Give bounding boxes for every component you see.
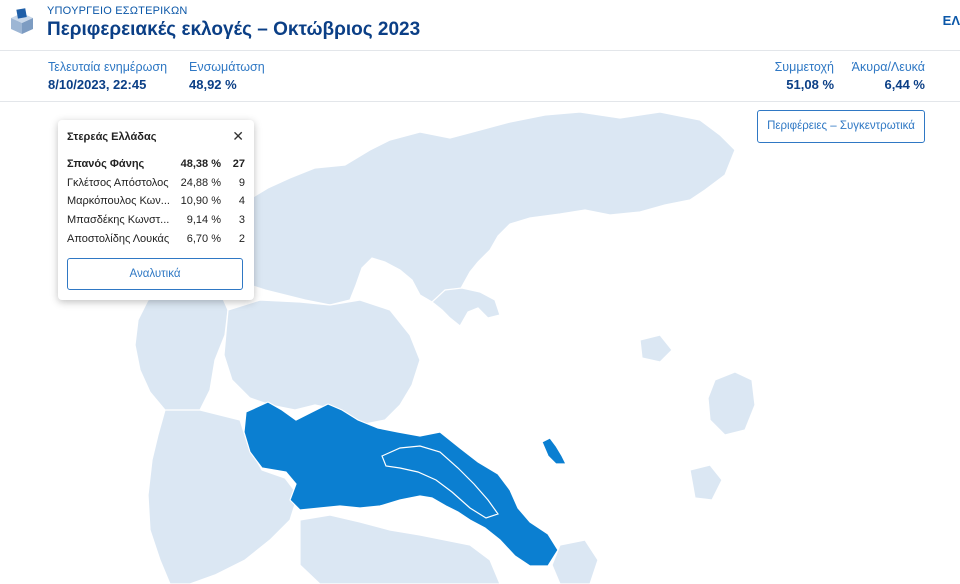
integration-value: 48,92 % [189,77,237,92]
candidate-row: Σπανός Φάνης 48,38 % 27 [67,158,245,174]
invalid-label: Άκυρα/Λευκά [851,60,925,74]
region-results-popup: Στερεάς Ελλάδας ✕ Σπανός Φάνης 48,38 % 2… [58,120,254,300]
invalid-stat: Άκυρα/Λευκά 6,44 % [852,60,925,92]
region-north-aegean[interactable] [707,371,756,436]
close-icon[interactable]: ✕ [232,128,244,145]
turnout-value: 51,08 % [786,77,834,92]
candidate-seats: 4 [238,195,245,207]
last-update-stat: Τελευταία ενημέρωση 8/10/2023, 22:45 [48,60,167,92]
candidate-seats: 27 [232,158,245,170]
candidate-seats: 9 [238,177,245,189]
candidate-row: Γκλέτσος Απόστολος 24,88 % 9 [67,177,245,193]
candidate-percent: 48,38 % [180,158,221,170]
details-button[interactable]: Αναλυτικά [67,258,243,290]
turnout-stat: Συμμετοχή 51,08 % [775,60,834,92]
turnout-label: Συμμετοχή [774,60,834,74]
popup-title: Στερεάς Ελλάδας [67,131,157,143]
candidate-name: Σπανός Φάνης [67,158,145,170]
page-title: Περιφερειακές εκλογές – Οκτώβριος 2023 [47,19,421,40]
candidate-name: Γκλέτσος Απόστολος [67,177,169,189]
candidate-percent: 9,14 % [186,214,221,226]
region-skyros[interactable] [541,437,567,465]
region-chalkidiki[interactable] [431,287,501,327]
last-update-label: Τελευταία ενημέρωση [48,60,168,74]
region-thessaly[interactable] [223,299,421,426]
ballot-box-icon [11,8,33,34]
candidate-seats: 2 [238,233,245,245]
candidate-percent: 24,88 % [180,177,221,189]
candidate-seats: 3 [238,214,245,226]
regions-summary-button[interactable]: Περιφέρειες – Συγκεντρωτικά [757,110,925,143]
candidate-row: Μπασδέκης Κωνστ... 9,14 % 3 [67,214,245,230]
candidate-name: Μαρκόπουλος Κων... [67,195,170,207]
candidate-percent: 10,90 % [180,195,221,207]
region-island-small[interactable] [639,334,673,363]
region-epirus[interactable] [134,289,229,421]
last-update-value: 8/10/2023, 22:45 [48,77,147,92]
ministry-name: ΥΠΟΥΡΓΕΙΟ ΕΣΩΤΕΡΙΚΩΝ [47,5,188,17]
region-island-attica[interactable] [551,539,599,584]
candidate-row: Αποστολίδης Λουκάς 6,70 % 2 [67,233,245,249]
integration-stat: Ενσωμάτωση 48,92 % [189,60,265,92]
candidate-percent: 6,70 % [186,233,221,245]
integration-label: Ενσωμάτωση [189,60,265,74]
candidate-name: Μπασδέκης Κωνστ... [67,214,170,226]
stats-bar: Τελευταία ενημέρωση 8/10/2023, 22:45 Ενσ… [0,51,960,102]
invalid-value: 6,44 % [884,77,925,92]
region-peloponnese[interactable] [299,514,501,584]
language-switch[interactable]: ΕΛ [943,13,960,28]
region-southern-aegean[interactable] [689,464,723,501]
region-macedonia-thrace[interactable] [224,111,736,306]
candidate-row: Μαρκόπουλος Κων... 10,90 % 4 [67,195,245,211]
top-header: ΥΠΟΥΡΓΕΙΟ ΕΣΩΤΕΡΙΚΩΝ Περιφερειακές εκλογ… [0,0,960,51]
candidate-name: Αποστολίδης Λουκάς [67,233,170,245]
